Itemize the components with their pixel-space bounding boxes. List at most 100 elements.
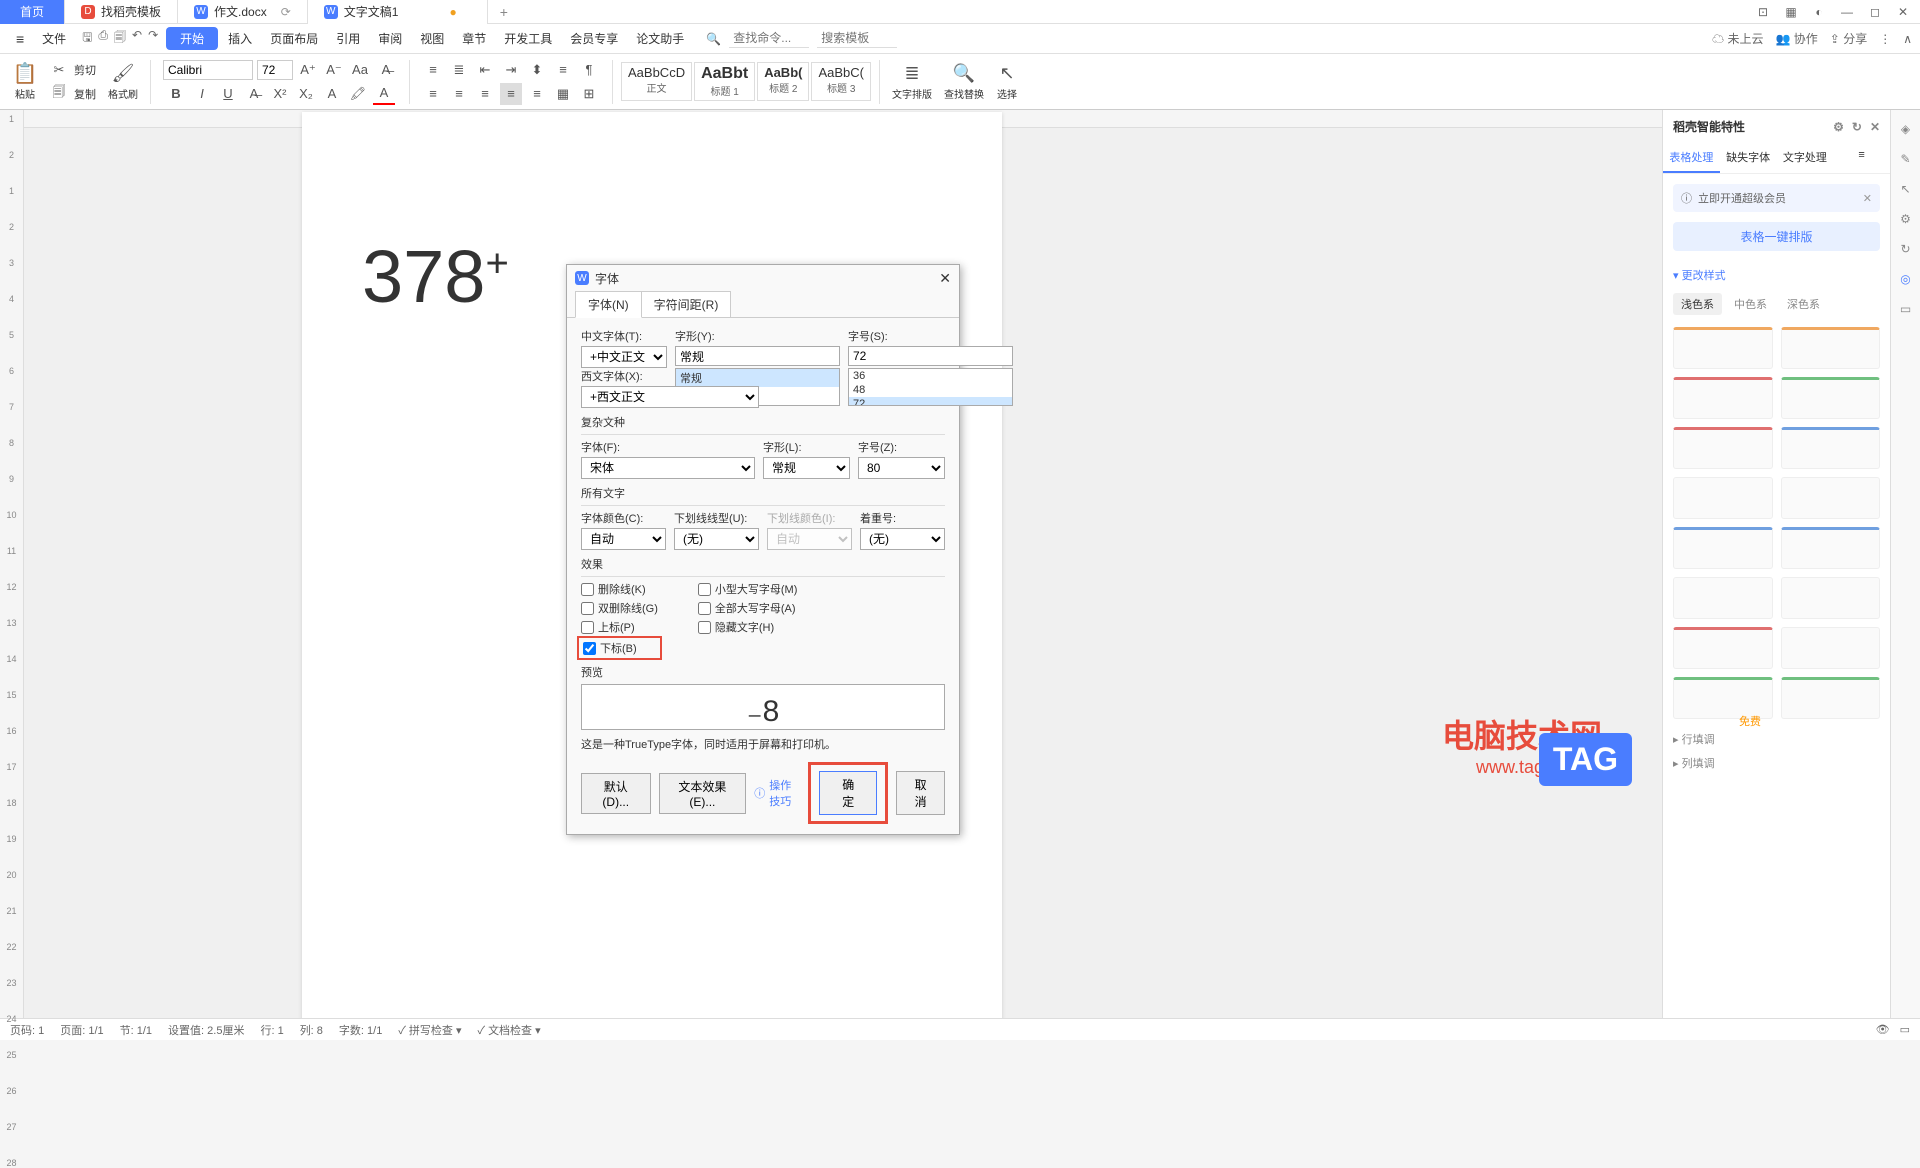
style-input[interactable]	[675, 346, 840, 366]
text-effect-button[interactable]: 文本效果(E)...	[659, 773, 747, 814]
color-tab-dark[interactable]: 深色系	[1779, 293, 1828, 315]
indent-icon[interactable]: ⇥	[500, 59, 522, 81]
side-tab-table[interactable]: 表格处理	[1663, 143, 1720, 173]
refresh-icon[interactable]: ↻	[1852, 120, 1862, 134]
print-icon[interactable]: ⎙	[98, 28, 108, 49]
rail-loop-icon[interactable]: ↻	[1900, 242, 1910, 256]
cut-icon[interactable]: ✂	[48, 59, 70, 81]
one-click-format-button[interactable]: 表格一键排版	[1673, 222, 1880, 251]
rail-pencil-icon[interactable]: ✎	[1900, 152, 1910, 166]
banner-close-icon[interactable]: ✕	[1863, 192, 1872, 205]
style-thumb[interactable]	[1673, 527, 1773, 569]
find-replace-icon[interactable]: 🔍	[953, 62, 975, 84]
font-name-select[interactable]	[163, 60, 253, 80]
select-icon[interactable]: ↖	[996, 62, 1018, 84]
menu-file[interactable]: 文件	[34, 27, 74, 50]
style-thumb[interactable]	[1673, 377, 1773, 419]
minimize-icon[interactable]: —	[1834, 1, 1860, 23]
color-tab-mid[interactable]: 中色系	[1726, 293, 1775, 315]
maximize-icon[interactable]: ◻	[1862, 1, 1888, 23]
section-change-style[interactable]: ▾ 更改样式	[1663, 261, 1890, 289]
status-spell[interactable]: ✓ 拼写检查 ▾	[398, 1022, 461, 1038]
hamburger-icon[interactable]: ≡	[8, 28, 32, 50]
align-justify-icon[interactable]: ≡	[500, 83, 522, 105]
style-thumb[interactable]	[1673, 327, 1773, 369]
cn-font-select[interactable]: +中文正文	[581, 346, 667, 368]
menu-view[interactable]: 视图	[412, 27, 452, 50]
menu-chapter[interactable]: 章节	[454, 27, 494, 50]
check-smallcaps[interactable]: 小型大写字母(M)	[698, 581, 798, 597]
coop-button[interactable]: 👥 协作	[1775, 30, 1817, 47]
font-size-select[interactable]	[257, 60, 293, 80]
menu-paper[interactable]: 论文助手	[628, 27, 692, 50]
view-mode-icon[interactable]: ▭	[1900, 1023, 1910, 1036]
style-thumb[interactable]	[1781, 327, 1881, 369]
side-tab-more[interactable]: ≡	[1833, 143, 1890, 173]
cancel-button[interactable]: 取消	[896, 771, 945, 815]
show-marks-icon[interactable]: ¶	[578, 59, 600, 81]
color-tab-light[interactable]: 浅色系	[1673, 293, 1722, 315]
dropdown-icon[interactable]: ⋮	[1879, 32, 1891, 46]
menu-layout[interactable]: 页面布局	[262, 27, 326, 50]
eye-icon[interactable]: 👁	[1876, 1023, 1890, 1036]
search-template-input[interactable]	[817, 29, 897, 48]
check-allcaps[interactable]: 全部大写字母(A)	[698, 600, 798, 616]
side-close-icon[interactable]: ✕	[1870, 120, 1880, 134]
strike-icon[interactable]: A̶	[243, 83, 265, 105]
menu-start[interactable]: 开始	[166, 27, 218, 50]
style-thumb[interactable]	[1673, 577, 1773, 619]
style-thumb[interactable]	[1781, 427, 1881, 469]
font-color-icon[interactable]: A	[373, 83, 395, 105]
dialog-close-icon[interactable]: ✕	[939, 270, 951, 287]
share-button[interactable]: ⇪ 分享	[1830, 30, 1867, 47]
rail-cursor-icon[interactable]: ↖	[1900, 182, 1910, 196]
font-color-select[interactable]: 自动	[581, 528, 666, 550]
underline-select[interactable]: (无)	[674, 528, 759, 550]
style-heading3[interactable]: AaBbC(标题 3	[811, 62, 871, 101]
menu-dev[interactable]: 开发工具	[496, 27, 560, 50]
complex-font-select[interactable]: 宋体	[581, 457, 755, 479]
outdent-icon[interactable]: ⇤	[474, 59, 496, 81]
en-font-select[interactable]: +西文正文	[581, 386, 759, 408]
copy-icon[interactable]: 🗐	[48, 83, 70, 105]
grow-font-icon[interactable]: A⁺	[297, 59, 319, 81]
paste-icon[interactable]: 📋	[14, 62, 36, 84]
new-tab-button[interactable]: +	[488, 4, 520, 20]
style-normal[interactable]: AaBbCcD正文	[621, 62, 692, 101]
side-tab-font[interactable]: 缺失字体	[1720, 143, 1777, 173]
italic-icon[interactable]: I	[191, 83, 213, 105]
vip-banner[interactable]: ⓘ 立即开通超级会员 ✕	[1673, 184, 1880, 212]
tab-home[interactable]: 首页	[0, 0, 65, 24]
align-left-icon[interactable]: ≡	[422, 83, 444, 105]
style-thumb[interactable]	[1673, 477, 1773, 519]
close-icon[interactable]: ✕	[1890, 1, 1916, 23]
tip-link[interactable]: ⓘ操作技巧	[754, 777, 800, 809]
distribute-icon[interactable]: ≡	[526, 83, 548, 105]
search-command-input[interactable]	[729, 29, 809, 48]
cloud-status[interactable]: ☁ 未上云	[1712, 30, 1763, 47]
default-button[interactable]: 默认(D)...	[581, 773, 651, 814]
superscript-icon[interactable]: X²	[269, 83, 291, 105]
style-thumb[interactable]	[1673, 627, 1773, 669]
save-icon[interactable]: 🖫	[82, 28, 92, 49]
check-superscript[interactable]: 上标(P)	[581, 619, 658, 635]
side-tab-text[interactable]: 文字处理	[1777, 143, 1834, 173]
style-thumb[interactable]	[1781, 377, 1881, 419]
dialog-tab-spacing[interactable]: 字符间距(R)	[641, 291, 732, 318]
numbering-icon[interactable]: ≣	[448, 59, 470, 81]
check-subscript[interactable]: 下标(B)	[577, 636, 662, 660]
style-thumb[interactable]	[1781, 527, 1881, 569]
style-heading1[interactable]: AaBbt标题 1	[694, 62, 755, 101]
style-thumb[interactable]	[1781, 677, 1881, 719]
section-row-fill[interactable]: ▸ 行填调	[1663, 727, 1890, 751]
tab-templates[interactable]: D 找稻壳模板	[65, 0, 178, 24]
format-painter-icon[interactable]: 🖌	[112, 62, 134, 84]
status-doccheck[interactable]: ✓ 文档检查 ▾	[477, 1022, 540, 1038]
avatar-icon[interactable]: ◐	[1806, 1, 1832, 23]
undo-icon[interactable]: ↶	[132, 28, 142, 49]
style-thumb[interactable]	[1781, 477, 1881, 519]
menu-reference[interactable]: 引用	[328, 27, 368, 50]
subscript-icon[interactable]: X₂	[295, 83, 317, 105]
bold-icon[interactable]: B	[165, 83, 187, 105]
size-input[interactable]	[848, 346, 1013, 366]
